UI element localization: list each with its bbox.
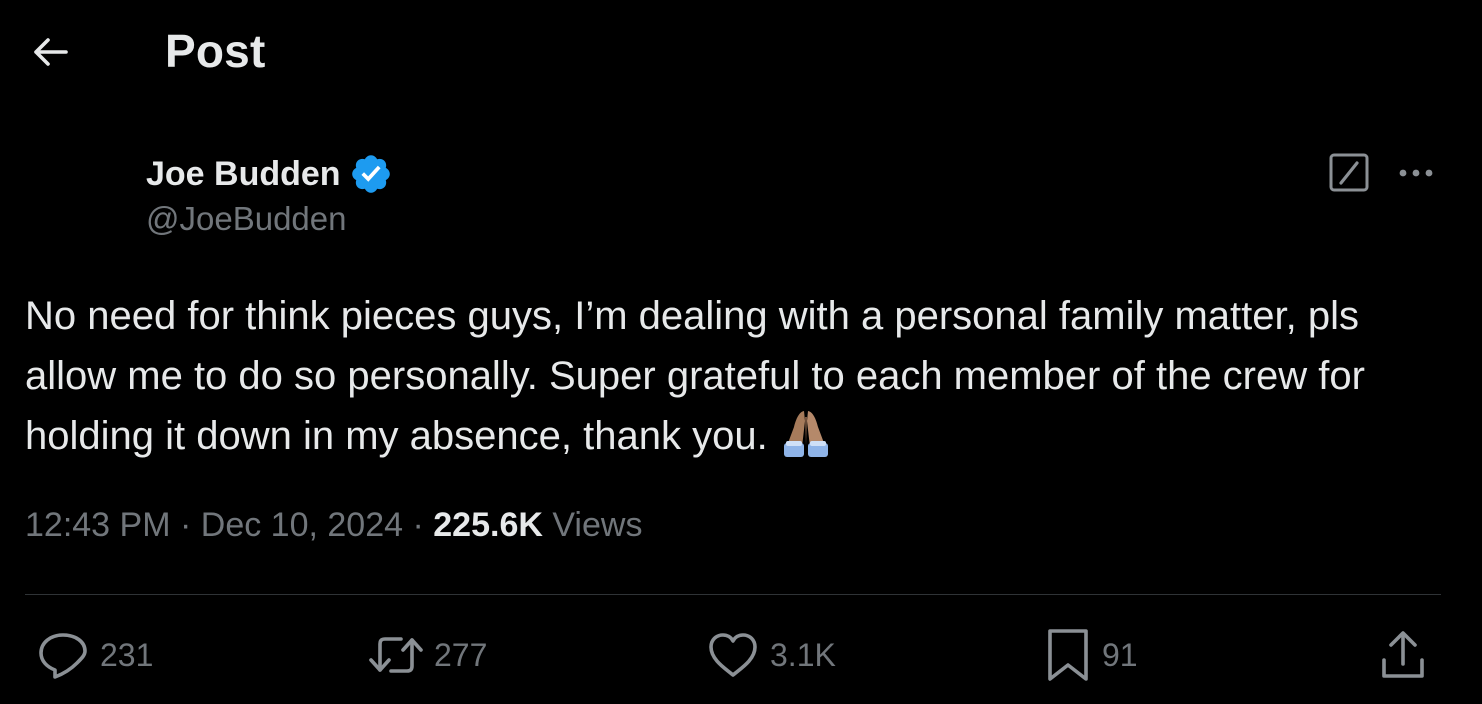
bookmark-button[interactable]: 91 (1044, 622, 1138, 688)
arrow-left-icon (34, 38, 68, 66)
like-button[interactable]: 3.1K (706, 622, 836, 688)
reply-count: 231 (100, 636, 154, 673)
tweet-meta: 12:43 PM · Dec 10, 2024 · 225.6K Views (25, 506, 642, 545)
like-count: 3.1K (770, 636, 836, 673)
tweet-text: No need for think pieces guys, I’m deali… (25, 286, 1445, 466)
author-name-row: Joe Budden (146, 150, 393, 198)
views-label: Views (552, 506, 643, 544)
timestamp-time[interactable]: 12:43 PM (25, 506, 171, 544)
folded-hands-emoji-icon (776, 409, 836, 459)
repost-count: 277 (434, 636, 488, 673)
author-name[interactable]: Joe Budden (146, 155, 341, 194)
meta-separator: · (179, 506, 192, 544)
header: Post (0, 0, 1482, 105)
action-bar: 231 277 3.1K 91 (0, 622, 1482, 692)
verified-badge-icon[interactable] (349, 152, 393, 196)
author-block: Joe Budden @JoeBudden (146, 150, 393, 238)
meta-separator: · (412, 506, 424, 544)
reply-icon (39, 633, 87, 679)
page-title: Post (165, 25, 266, 77)
reply-button[interactable]: 231 (36, 622, 153, 688)
views-count: 225.6K (433, 506, 543, 544)
repost-icon (369, 637, 423, 673)
timestamp-date[interactable]: Dec 10, 2024 (201, 506, 403, 544)
back-button[interactable] (22, 26, 78, 78)
grok-button[interactable] (1328, 152, 1372, 194)
bookmark-icon (1048, 629, 1088, 681)
share-button[interactable] (1378, 622, 1428, 688)
share-icon (1382, 631, 1424, 678)
divider (25, 594, 1441, 595)
repost-button[interactable]: 277 (368, 622, 487, 688)
bookmark-count: 91 (1102, 636, 1138, 673)
heart-icon (709, 633, 757, 677)
author-handle[interactable]: @JoeBudden (146, 200, 393, 238)
more-horizontal-icon (1399, 169, 1433, 177)
grok-icon (1329, 153, 1369, 192)
more-options-button[interactable] (1392, 152, 1442, 194)
tweet-body: No need for think pieces guys, I’m deali… (25, 294, 1365, 458)
